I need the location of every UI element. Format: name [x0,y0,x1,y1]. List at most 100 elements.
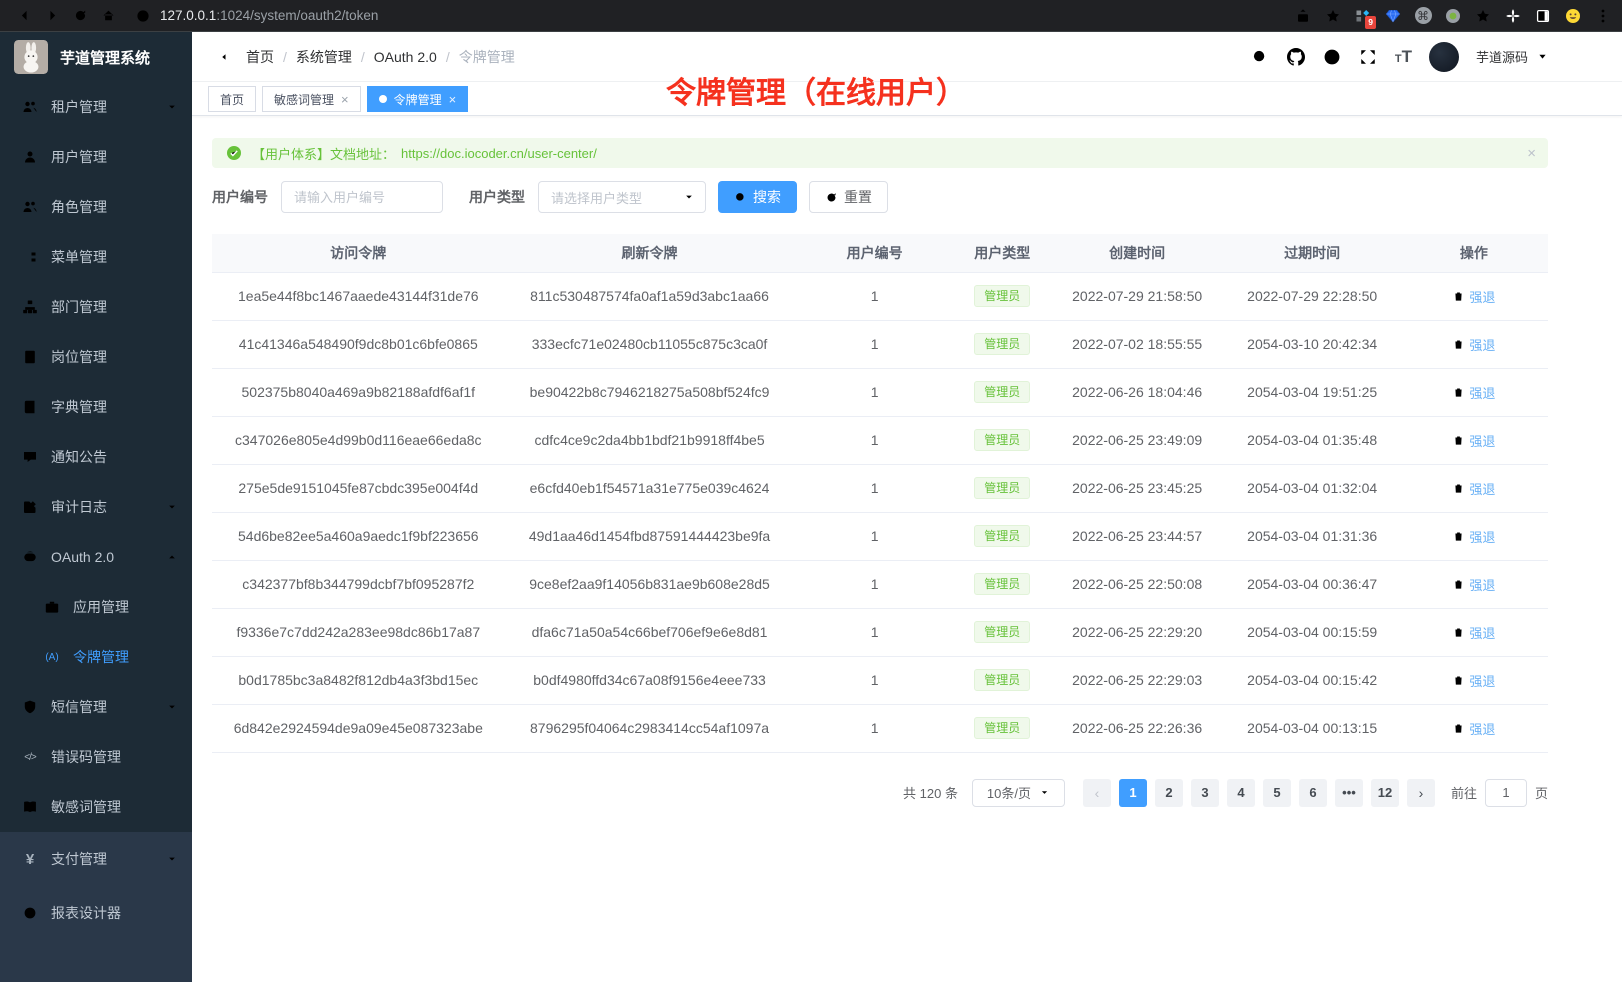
user-avatar[interactable] [1429,42,1459,72]
force-logout-button[interactable]: 强退 [1452,575,1495,594]
close-icon[interactable]: × [341,93,349,106]
prev-page-button[interactable]: ‹ [1083,779,1111,807]
sidebar-item-report-designer[interactable]: 报表设计器 [0,886,192,940]
command-extension-icon[interactable]: ⌘ [1414,7,1432,25]
sidebar-item-user[interactable]: 用户管理 [0,132,192,182]
breadcrumb-home[interactable]: 首页 [246,47,296,67]
menu-label: 审计日志 [51,497,107,517]
force-logout-button[interactable]: 强退 [1452,719,1495,738]
sidebar-item-dict[interactable]: 字典管理 [0,382,192,432]
page-button-5[interactable]: 5 [1263,779,1291,807]
sidebar-item-sensitive-word[interactable]: 敏感词管理 [0,782,192,832]
force-logout-button[interactable]: 强退 [1452,431,1495,450]
page-button-3[interactable]: 3 [1191,779,1219,807]
sidebar-item-oauth2-app[interactable]: 应用管理 [0,582,192,632]
trash-icon [1452,578,1465,591]
user-type-badge: 管理员 [974,381,1030,403]
user-type-select[interactable]: 请选择用户类型 [538,181,706,213]
user-type-cell: 管理员 [955,704,1050,752]
refresh-token: 9ce8ef2aa9f14056b831ae9b608e28d5 [505,560,795,608]
goto-page-input[interactable] [1485,779,1527,807]
sidebar-item-oauth2[interactable]: OAuth 2.0 [0,532,192,582]
reset-button[interactable]: 重置 [809,181,888,213]
caret-down-icon[interactable] [1537,51,1548,62]
browser-chrome: 127.0.0.1:1024/system/oauth2/token 9 ⌘ [0,0,1622,32]
page-button-4[interactable]: 4 [1227,779,1255,807]
force-logout-label: 强退 [1469,527,1495,546]
gem-extension-icon[interactable] [1384,7,1402,25]
sidebar-item-menu[interactable]: 菜单管理 [0,232,192,282]
force-logout-button[interactable]: 强退 [1452,671,1495,690]
bookmark-star-icon[interactable] [1324,7,1342,25]
browser-reload-button[interactable] [66,2,94,30]
browser-home-button[interactable] [94,2,122,30]
font-size-icon[interactable] [1395,47,1412,67]
search-button[interactable]: 搜索 [718,181,797,213]
refresh-token: 49d1aa46d1454fbd87591444423be9fa [505,512,795,560]
share-icon[interactable] [1294,7,1312,25]
user-type-badge: 管理员 [974,621,1030,643]
breadcrumb-oauth2[interactable]: OAuth 2.0 [374,49,459,65]
sidebar-collapse-button[interactable] [208,47,228,67]
page-ellipsis[interactable]: ••• [1335,779,1363,807]
force-logout-button[interactable]: 强退 [1452,383,1495,402]
sidebar-item-error-code[interactable]: 错误码管理 [0,732,192,782]
site-info-icon[interactable] [136,9,150,23]
sidebar-item-sms[interactable]: 短信管理 [0,682,192,732]
user-id: 1 [794,272,954,320]
user-type-badge: 管理员 [974,573,1030,595]
app-logo[interactable]: 芋道管理系统 [0,32,192,82]
tab-token[interactable]: 令牌管理 × [367,86,469,112]
pinwheel-extension-icon[interactable] [1504,7,1522,25]
force-logout-button[interactable]: 强退 [1452,623,1495,642]
page-button-12[interactable]: 12 [1371,779,1399,807]
actions-cell: 强退 [1400,560,1548,608]
close-icon[interactable]: × [449,93,457,106]
extension-cluster-icon[interactable]: 9 [1354,7,1372,25]
user-type-badge: 管理员 [974,477,1030,499]
alert-close-icon[interactable]: × [1527,146,1536,161]
browser-back-button[interactable] [10,2,38,30]
force-logout-button[interactable]: 强退 [1452,479,1495,498]
page-button-6[interactable]: 6 [1299,779,1327,807]
sidebar-item-notice[interactable]: 通知公告 [0,432,192,482]
force-logout-button[interactable]: 强退 [1452,287,1495,306]
code-icon [22,751,38,763]
token-table: 访问令牌 刷新令牌 用户编号 用户类型 创建时间 过期时间 操作 1ea5e44… [212,234,1548,753]
tab-home[interactable]: 首页 [208,86,256,112]
sidebar-item-dept[interactable]: 部门管理 [0,282,192,332]
sidebar-item-audit-log[interactable]: 审计日志 [0,482,192,532]
yen-icon [22,851,38,868]
search-button-label: 搜索 [753,187,781,207]
user-id-input[interactable] [281,181,443,213]
tab-sensitive-word[interactable]: 敏感词管理 × [262,86,361,112]
fullscreen-icon[interactable] [1359,47,1378,66]
help-icon[interactable] [1323,47,1342,66]
chevron-down-icon [1039,787,1050,798]
refresh-token: 811c530487574fa0af1a59d3abc1aa66 [505,272,795,320]
github-icon[interactable] [1287,47,1306,66]
browser-forward-button[interactable] [38,2,66,30]
search-icon[interactable] [1251,47,1270,66]
sidebar-item-role[interactable]: 角色管理 [0,182,192,232]
sidebar-toggle-icon[interactable] [1534,7,1552,25]
recorder-extension-icon[interactable] [1444,7,1462,25]
force-logout-button[interactable]: 强退 [1452,335,1495,354]
sidebar-item-post[interactable]: 岗位管理 [0,332,192,382]
username[interactable]: 芋道源码 [1476,47,1528,66]
browser-menu-icon[interactable] [1594,7,1612,25]
sidebar-item-oauth2-token[interactable]: 令牌管理 [0,632,192,682]
user-type-badge: 管理员 [974,429,1030,451]
address-bar[interactable]: 127.0.0.1:1024/system/oauth2/token [136,8,1294,23]
doc-link[interactable]: https://doc.iocoder.cn/user-center/ [401,146,597,161]
sidebar-item-payment[interactable]: 支付管理 [0,832,192,886]
page-size-select[interactable]: 10条/页 [972,779,1065,807]
breadcrumb-system[interactable]: 系统管理 [296,47,374,67]
next-page-button[interactable]: › [1407,779,1435,807]
force-logout-button[interactable]: 强退 [1452,527,1495,546]
profile-avatar-icon[interactable] [1564,7,1582,25]
sidebar-item-tenant[interactable]: 租户管理 [0,82,192,132]
page-button-1[interactable]: 1 [1119,779,1147,807]
page-button-2[interactable]: 2 [1155,779,1183,807]
evernote-extension-icon[interactable] [1474,7,1492,25]
